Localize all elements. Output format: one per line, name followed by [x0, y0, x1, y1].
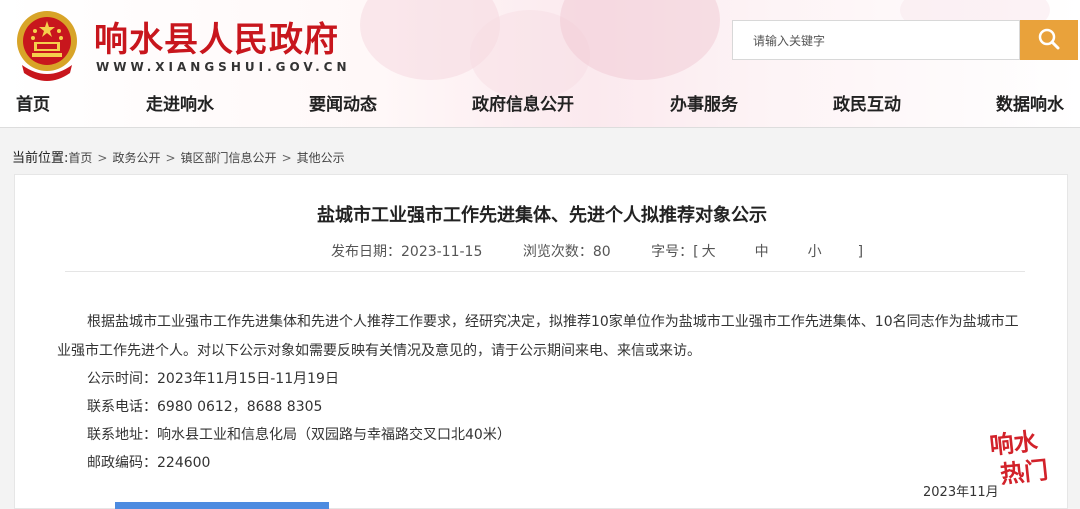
- breadcrumb-item-dept-info[interactable]: 镇区部门信息公开: [181, 151, 277, 165]
- action-button[interactable]: [115, 502, 329, 509]
- national-emblem-icon[interactable]: [14, 9, 80, 81]
- breadcrumb: 当前位置:首页 > 政务公开 > 镇区部门信息公开 > 其他公示: [12, 147, 345, 166]
- contact-address: 联系地址：响水县工业和信息化局（双园路与幸福路交叉口北40米）: [87, 427, 511, 443]
- article-meta: 发布日期：2023-11-15 浏览次数：80 字号：[大 中 小]: [331, 241, 863, 261]
- site-title[interactable]: 响水县人民政府: [94, 12, 339, 61]
- nav-item-interaction[interactable]: 政民互动: [833, 90, 901, 115]
- font-size-label: 字号：[: [651, 244, 699, 260]
- watermark-line1: 响水: [988, 427, 1040, 460]
- site-url: WWW.XIANGSHUI.GOV.CN: [96, 60, 351, 74]
- breadcrumb-item-other-notices[interactable]: 其他公示: [297, 151, 345, 165]
- site-header: 响水县人民政府 WWW.XIANGSHUI.GOV.CN 首页 走进响水 要闻动…: [0, 0, 1080, 128]
- breadcrumb-separator: >: [165, 151, 176, 165]
- postal-code: 邮政编码：224600: [87, 455, 211, 471]
- nav-item-about[interactable]: 走进响水: [146, 90, 214, 115]
- title-divider: [65, 271, 1025, 272]
- nav-item-news[interactable]: 要闻动态: [309, 90, 377, 115]
- font-size-close: ]: [857, 244, 864, 260]
- watermark-line2: 热门: [999, 456, 1050, 486]
- font-size-large[interactable]: 大: [702, 244, 716, 260]
- publish-date: 发布日期：2023-11-15: [331, 244, 483, 260]
- article-title: 盐城市工业强市工作先进集体、先进个人拟推荐对象公示: [317, 205, 767, 226]
- nav-item-services[interactable]: 办事服务: [670, 90, 738, 115]
- breadcrumb-item-gov-affairs[interactable]: 政务公开: [112, 151, 160, 165]
- main-nav: 首页 走进响水 要闻动态 政府信息公开 办事服务 政民互动 数据响水: [0, 86, 1080, 120]
- breadcrumb-item-home[interactable]: 首页: [68, 151, 92, 165]
- breadcrumb-separator: >: [97, 151, 108, 165]
- view-count: 浏览次数：80: [522, 244, 611, 260]
- search-box: [732, 20, 1020, 60]
- breadcrumb-lead: 当前位置:: [12, 151, 69, 166]
- nav-item-data[interactable]: 数据响水: [996, 90, 1064, 115]
- notice-period: 公示时间：2023年11月15日-11月19日: [87, 371, 339, 387]
- search-icon: [1038, 28, 1060, 49]
- search-button[interactable]: [1020, 20, 1078, 60]
- breadcrumb-separator: >: [281, 151, 292, 165]
- article-panel: 盐城市工业强市工作先进集体、先进个人拟推荐对象公示 发布日期：2023-11-1…: [14, 174, 1068, 509]
- font-size-small[interactable]: 小: [808, 244, 822, 260]
- font-size-switcher: 字号：[大 中 小]: [651, 244, 863, 260]
- body-paragraph-line: 根据盐城市工业强市工作先进集体和先进个人推荐工作要求，经研究决定，拟推荐10家单…: [87, 314, 1019, 330]
- font-size-medium[interactable]: 中: [755, 244, 769, 260]
- search-input[interactable]: [753, 31, 1013, 51]
- body-paragraph-line: 业强市工作先进个人。对以下公示对象如需要反映有关情况及意见的，请于公示期间来电、…: [57, 343, 701, 359]
- contact-phone: 联系电话：6980 0612，8688 8305: [87, 399, 323, 415]
- xiangshui-hot-watermark-logo: 响水 热门: [988, 427, 1050, 486]
- nav-item-home[interactable]: 首页: [16, 90, 50, 115]
- nav-item-info-disclosure[interactable]: 政府信息公开: [472, 90, 574, 115]
